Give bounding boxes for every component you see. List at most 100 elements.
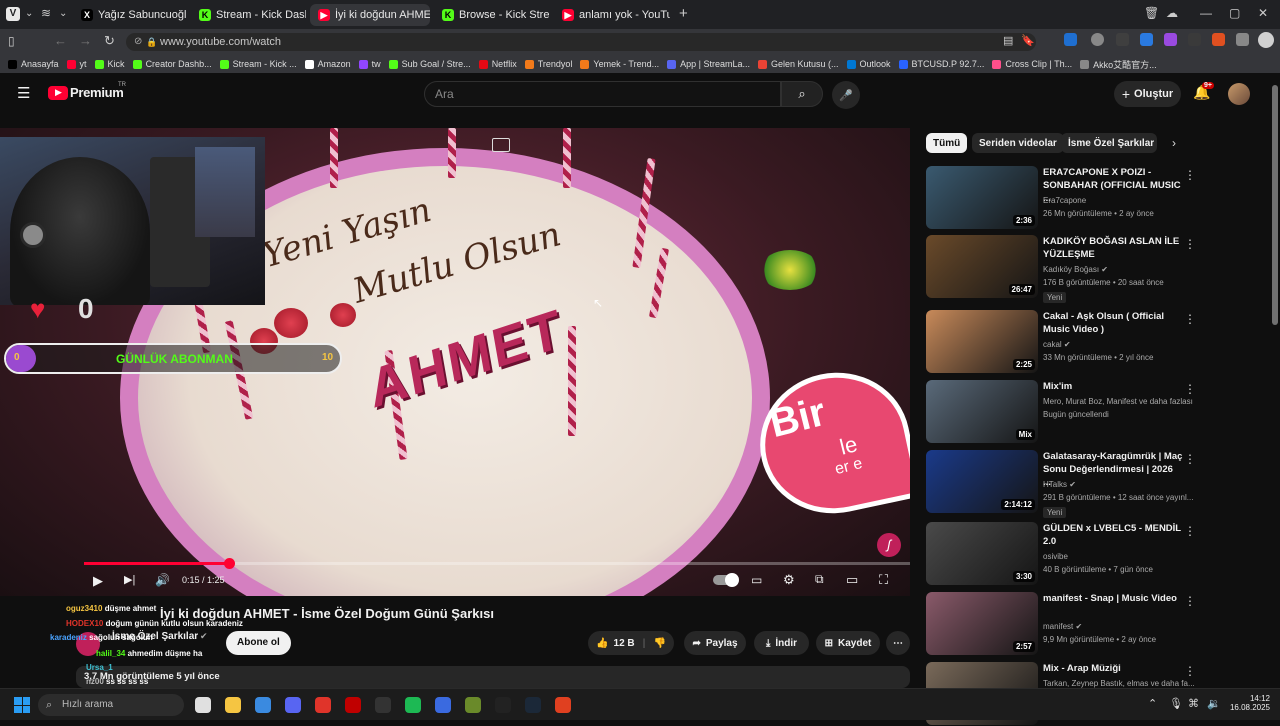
microphone-icon[interactable]: 🎙 bbox=[1169, 697, 1183, 710]
recommended-title[interactable]: Mix'im bbox=[1043, 380, 1183, 393]
recommended-video[interactable]: 2:14:12 Galatasaray-Karagümrük | Maç Sonu… bbox=[926, 450, 1266, 518]
channel-watermark-icon[interactable]: ʃ bbox=[877, 533, 901, 557]
tab-twitter[interactable]: X Yağız Sabuncuoğlu (@yağı bbox=[73, 4, 187, 26]
reader-view-icon[interactable]: ▤ bbox=[1003, 34, 1013, 47]
autoplay-toggle[interactable] bbox=[713, 573, 739, 587]
chip-channel[interactable]: İsme Özel Şarkılar adlı bbox=[1061, 133, 1157, 153]
taskbar-app-icon[interactable] bbox=[555, 697, 571, 713]
url-field[interactable]: ⊘ 🔒 www.youtube.com/watch bbox=[126, 33, 1036, 51]
recommended-title[interactable]: manifest - Snap | Music Video bbox=[1043, 592, 1183, 605]
extension-icon[interactable] bbox=[1212, 33, 1225, 46]
video-thumbnail[interactable]: 26:47 bbox=[926, 235, 1038, 298]
video-thumbnail[interactable]: 2:25 bbox=[926, 310, 1038, 373]
theater-mode-icon[interactable]: ▭ bbox=[846, 572, 858, 588]
recommended-video[interactable]: Mix Mix'im Mero, Murat Boz, Manifest ve da… bbox=[926, 380, 1266, 444]
taskbar-app-icon[interactable] bbox=[375, 697, 391, 713]
vivaldi-menu-icon[interactable]: V bbox=[6, 7, 20, 21]
chevron-down-icon[interactable]: ⌄ bbox=[59, 8, 67, 19]
bookmark-item[interactable]: Gelen Kutusu (... bbox=[757, 59, 839, 69]
clock[interactable]: 14:12 16.08.2025 bbox=[1226, 694, 1270, 712]
video-thumbnail[interactable]: 2:57 bbox=[926, 592, 1038, 655]
recommended-title[interactable]: KADIKÖY BOĞASI ASLAN İLE YÜZLEŞME bbox=[1043, 235, 1183, 261]
chip-all[interactable]: Tümü bbox=[926, 133, 968, 153]
voice-search-button[interactable]: 🎤 bbox=[832, 81, 860, 109]
avatar[interactable] bbox=[1228, 83, 1250, 105]
settings-gear-icon[interactable]: ⚙ bbox=[783, 572, 795, 588]
new-tab-button[interactable]: + bbox=[679, 5, 688, 22]
taskbar-app-icon[interactable] bbox=[405, 697, 421, 713]
profile-icon[interactable] bbox=[1258, 32, 1274, 48]
search-input[interactable]: Ara bbox=[424, 81, 781, 107]
bookmark-item[interactable]: tw bbox=[358, 59, 381, 69]
miniplayer-icon[interactable] bbox=[492, 138, 510, 152]
bookmark-item[interactable]: Anasayfa bbox=[8, 59, 59, 69]
taskbar-app-icon[interactable] bbox=[285, 697, 301, 713]
bookmark-item[interactable]: Kick bbox=[94, 59, 125, 69]
start-button[interactable] bbox=[14, 697, 30, 713]
more-options-icon[interactable]: ⋮ bbox=[1184, 524, 1196, 538]
create-button[interactable]: + Oluştur bbox=[1114, 81, 1181, 107]
network-icon[interactable]: ⌘ bbox=[1188, 697, 1199, 710]
extension-icon[interactable] bbox=[1116, 33, 1129, 46]
bookmark-item[interactable]: Akko艾酷官方... bbox=[1080, 58, 1157, 71]
search-button[interactable]: ⌕ bbox=[781, 81, 823, 107]
reload-button[interactable]: ↻ bbox=[104, 33, 115, 49]
video-thumbnail[interactable]: 2:36 bbox=[926, 166, 1038, 229]
recommended-video[interactable]: 26:47 KADIKÖY BOĞASI ASLAN İLE YÜZLEŞME Ka… bbox=[926, 235, 1266, 303]
taskbar-app-icon[interactable] bbox=[495, 697, 511, 713]
recommended-channel[interactable]: Era7capone bbox=[1043, 196, 1086, 205]
recommended-video[interactable]: 2:36 ERA7CAPONE X POIZI - SONBAHAR (OFFIC… bbox=[926, 166, 1266, 230]
more-options-icon[interactable]: ⋮ bbox=[1184, 382, 1196, 396]
tab-youtube-ahmet[interactable]: ▶ İyi ki doğdun AHMET - İsm bbox=[310, 4, 430, 26]
fullscreen-icon[interactable]: ⛶ bbox=[879, 572, 888, 588]
recommended-channel[interactable]: Kadıköy Boğası ✔ bbox=[1043, 265, 1108, 274]
recommended-channel[interactable]: Tarkan, Zeynep Bastık, elmas ve daha fa.… bbox=[1043, 679, 1195, 688]
bookmark-icon[interactable]: 🔖 bbox=[1021, 34, 1035, 47]
close-window-button[interactable]: ✕ bbox=[1258, 6, 1268, 20]
play-button[interactable]: ▶ bbox=[93, 573, 103, 589]
taskbar-app-icon[interactable] bbox=[435, 697, 451, 713]
recommended-video[interactable]: 2:57 manifest - Snap | Music Video manifes… bbox=[926, 592, 1266, 656]
bookmark-item[interactable]: Amazon bbox=[304, 59, 351, 69]
bookmark-item[interactable]: Outlook bbox=[846, 59, 891, 69]
youtube-premium-label[interactable]: Premium bbox=[70, 85, 124, 100]
forward-button[interactable]: → bbox=[79, 33, 92, 48]
workspaces-icon[interactable]: ≋ bbox=[41, 6, 51, 20]
cloud-sync-icon[interactable]: ☁ bbox=[1166, 6, 1178, 20]
more-options-icon[interactable]: ⋮ bbox=[1184, 168, 1196, 182]
bookmark-item[interactable]: Cross Clip | Th... bbox=[992, 59, 1072, 69]
video-thumbnail[interactable]: Mix bbox=[926, 380, 1038, 443]
taskbar-app-icon[interactable] bbox=[345, 697, 361, 713]
next-button[interactable]: ▶| bbox=[124, 573, 135, 586]
more-actions-button[interactable]: ⋯ bbox=[886, 631, 910, 655]
recommended-channel[interactable]: Mero, Murat Boz, Manifest ve daha fazlas… bbox=[1043, 397, 1193, 406]
bookmark-item[interactable]: Yemek - Trend... bbox=[580, 59, 659, 69]
recommended-title[interactable]: Mix - Arap Müziği bbox=[1043, 662, 1183, 675]
recommended-title[interactable]: GÜLDEN x LVBELC5 - MENDİL 2.0 bbox=[1043, 522, 1183, 548]
recommended-channel[interactable]: manifest ✔ bbox=[1043, 622, 1082, 631]
taskbar-app-icon[interactable] bbox=[255, 697, 271, 713]
thumbs-down-icon[interactable]: 👎 bbox=[653, 638, 665, 649]
chevron-right-icon[interactable]: › bbox=[1172, 136, 1176, 150]
chip-series[interactable]: Seriden videolar bbox=[972, 133, 1064, 153]
recommended-video[interactable]: 3:30 GÜLDEN x LVBELC5 - MENDİL 2.0 osivibe… bbox=[926, 522, 1266, 586]
extension-icon[interactable] bbox=[1091, 33, 1104, 46]
bookmark-item[interactable]: App | StreamLa... bbox=[667, 59, 750, 69]
description-box[interactable]: 3,7 Mn görüntüleme 5 yıl önce bbox=[76, 666, 910, 688]
more-options-icon[interactable]: ⋮ bbox=[1184, 312, 1196, 326]
taskbar-search-input[interactable]: ⌕ Hızlı arama bbox=[38, 694, 184, 716]
more-options-icon[interactable]: ⋮ bbox=[1184, 452, 1196, 466]
extension-icon[interactable] bbox=[1188, 33, 1201, 46]
tab-youtube-anlami-yok[interactable]: ▶ anlamı yok - YouTube bbox=[554, 4, 670, 26]
tray-chevron-icon[interactable]: ⌃ bbox=[1148, 697, 1157, 710]
share-button[interactable]: ➦ Paylaş bbox=[684, 631, 746, 655]
more-options-icon[interactable]: ⋮ bbox=[1184, 594, 1196, 608]
extension-icon[interactable] bbox=[1140, 33, 1153, 46]
tab-kick-dashboard[interactable]: K Stream - Kick Dashboard bbox=[191, 4, 306, 26]
youtube-logo-icon[interactable]: ▶ bbox=[48, 86, 68, 100]
extension-icon[interactable] bbox=[1164, 33, 1177, 46]
thumbs-up-icon[interactable]: 👍 bbox=[596, 638, 608, 649]
recommended-channel[interactable]: cakal ✔ bbox=[1043, 340, 1071, 349]
bookmark-item[interactable]: BTCUSD.P 92.7... bbox=[898, 59, 984, 69]
recommended-title[interactable]: Cakal - Aşk Olsun ( Official Music Video… bbox=[1043, 310, 1183, 336]
